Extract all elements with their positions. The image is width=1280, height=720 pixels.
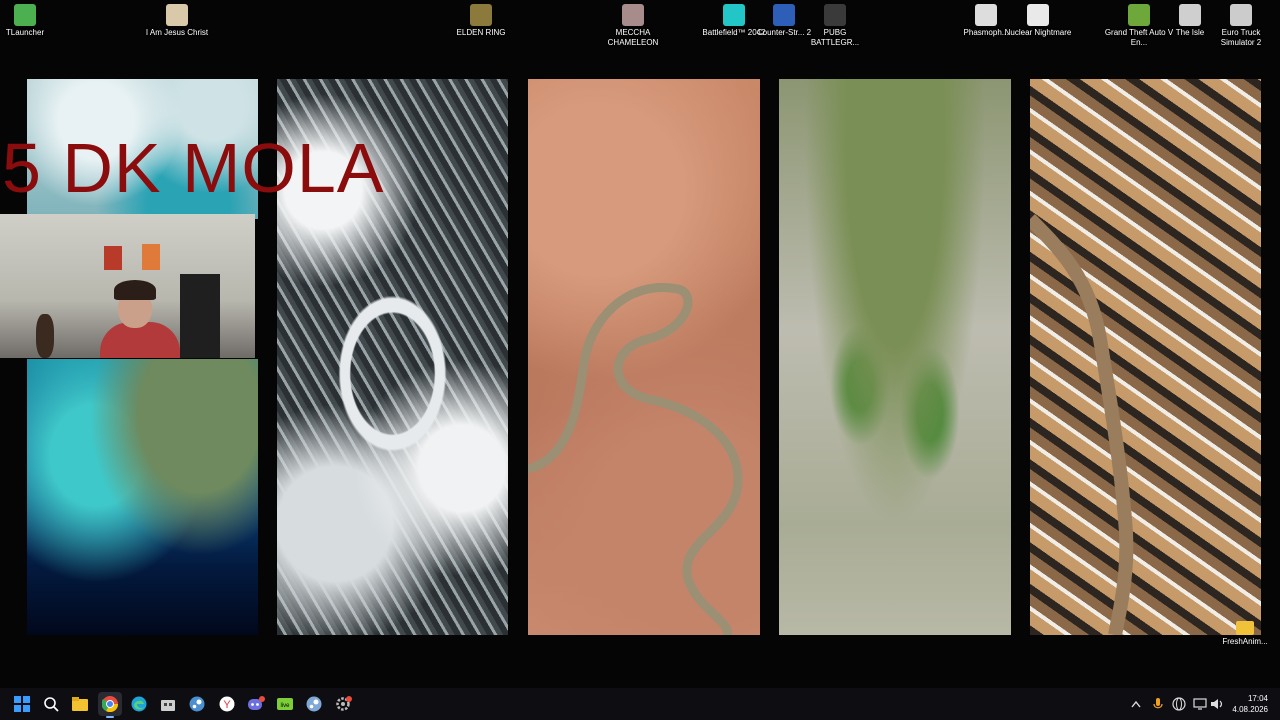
desktop-icon-pubg[interactable]: PUBG BATTLEGR...: [800, 4, 870, 48]
steam-icon: [189, 696, 205, 712]
folder-icon: [1236, 621, 1254, 635]
poster: [104, 246, 122, 270]
steam-button[interactable]: [185, 692, 209, 716]
steam-icon: [306, 696, 322, 712]
desktop-icon-label: The Isle: [1175, 28, 1205, 37]
show-hidden-icons-button[interactable]: [1128, 696, 1144, 712]
display-button[interactable]: [1192, 696, 1208, 712]
chrome-icon: [102, 696, 118, 712]
jesus-game-icon: [166, 4, 188, 26]
clock-date: 4.08.2026: [1232, 705, 1268, 714]
desktop-icon-label: ELDEN RING: [456, 28, 506, 37]
discord-button[interactable]: [244, 692, 268, 716]
chrome-button[interactable]: [98, 692, 122, 718]
speaker-icon: [1211, 699, 1223, 709]
the-isle-icon: [1179, 4, 1201, 26]
webcam-overlay: [0, 214, 255, 358]
meccha-chameleon-icon: [622, 4, 644, 26]
edge-button[interactable]: [127, 692, 151, 716]
satellite-panel-canyon: [528, 79, 760, 635]
file-explorer-button[interactable]: [68, 692, 92, 716]
desktop-icon-label: Euro Truck Simulator 2: [1220, 28, 1262, 47]
tlauncher-icon: [14, 4, 36, 26]
yandex-button[interactable]: Y: [215, 692, 239, 716]
desktop-icon-euro-truck[interactable]: Euro Truck Simulator 2: [1206, 4, 1276, 48]
desktop-icon-label: I Am Jesus Christ: [145, 28, 209, 37]
chair: [180, 274, 220, 358]
search-button[interactable]: [39, 692, 63, 716]
chevron-up-icon: [1131, 700, 1141, 708]
system-clock[interactable]: 17:04 4.08.2026: [1232, 693, 1268, 715]
river-path: [528, 283, 743, 635]
microphone-button[interactable]: [1150, 696, 1166, 712]
monitor-icon: [1193, 698, 1207, 710]
desktop-icon-label: MECCHA CHAMELEON: [607, 28, 659, 47]
volume-button[interactable]: [1209, 696, 1225, 712]
store-button[interactable]: [156, 692, 180, 716]
desktop-icon-freshanim[interactable]: FreshAnim...: [1210, 621, 1280, 646]
store-icon: [161, 700, 175, 711]
edge-icon: [131, 696, 147, 712]
settings-icon: [336, 696, 352, 711]
svg-text:Y: Y: [223, 699, 231, 711]
desktop-icon-meccha-chameleon[interactable]: MECCHA CHAMELEON: [598, 4, 668, 48]
euro-truck-icon: [1230, 4, 1252, 26]
start-button[interactable]: [10, 692, 34, 716]
settings-button[interactable]: [332, 692, 356, 716]
vpn-button[interactable]: [1171, 696, 1187, 712]
globe-icon: [1172, 697, 1186, 711]
desktop-icon-jesus-christ[interactable]: I Am Jesus Christ: [142, 4, 212, 38]
poster: [142, 244, 160, 270]
satellite-panel-mountains: [1030, 79, 1261, 635]
nuclear-nightmare-icon: [1027, 4, 1049, 26]
desktop-icon-label: TLauncher: [5, 28, 45, 37]
clock-time: 17:04: [1247, 694, 1268, 703]
yandex-icon: Y: [219, 696, 235, 712]
steam-alt-button[interactable]: [302, 692, 326, 716]
svg-text:live: live: [280, 703, 290, 709]
battlefield-icon: [723, 4, 745, 26]
live-button[interactable]: live: [273, 692, 297, 716]
phasmophobia-icon: [975, 4, 997, 26]
counter-strike-icon: [773, 4, 795, 26]
pubg-icon: [824, 4, 846, 26]
desktop-icon-label: FreshAnim...: [1222, 637, 1268, 646]
desktop-icon-label: Nuclear Nightmare: [1004, 28, 1072, 37]
satellite-panel-grassland: [779, 79, 1011, 635]
windows-icon: [14, 696, 30, 712]
overlay-caption: 5 DK MOLA: [2, 129, 385, 207]
microphone-icon: [1153, 698, 1163, 709]
desktop-icon-nuclear-nightmare[interactable]: Nuclear Nightmare: [1003, 4, 1073, 38]
person-hair: [114, 280, 156, 300]
gta-icon: [1128, 4, 1150, 26]
search-icon: [44, 697, 59, 712]
elden-ring-icon: [470, 4, 492, 26]
folder-icon: [72, 697, 88, 711]
ocean-coast-image: [27, 359, 258, 635]
discord-icon: [248, 696, 265, 710]
desktop-icon-label: PUBG BATTLEGR...: [810, 28, 860, 47]
mountain-river-path: [1030, 214, 1134, 635]
live-icon: live: [277, 698, 293, 710]
taskbar: Y live 17:04 4.08.2026: [0, 688, 1280, 720]
desktop-icon-tlauncher[interactable]: TLauncher: [0, 4, 60, 38]
desktop-icon-elden-ring[interactable]: ELDEN RING: [446, 4, 516, 38]
guitar: [36, 314, 54, 358]
desktop-icon-label: Phasmoph...: [963, 28, 1009, 37]
